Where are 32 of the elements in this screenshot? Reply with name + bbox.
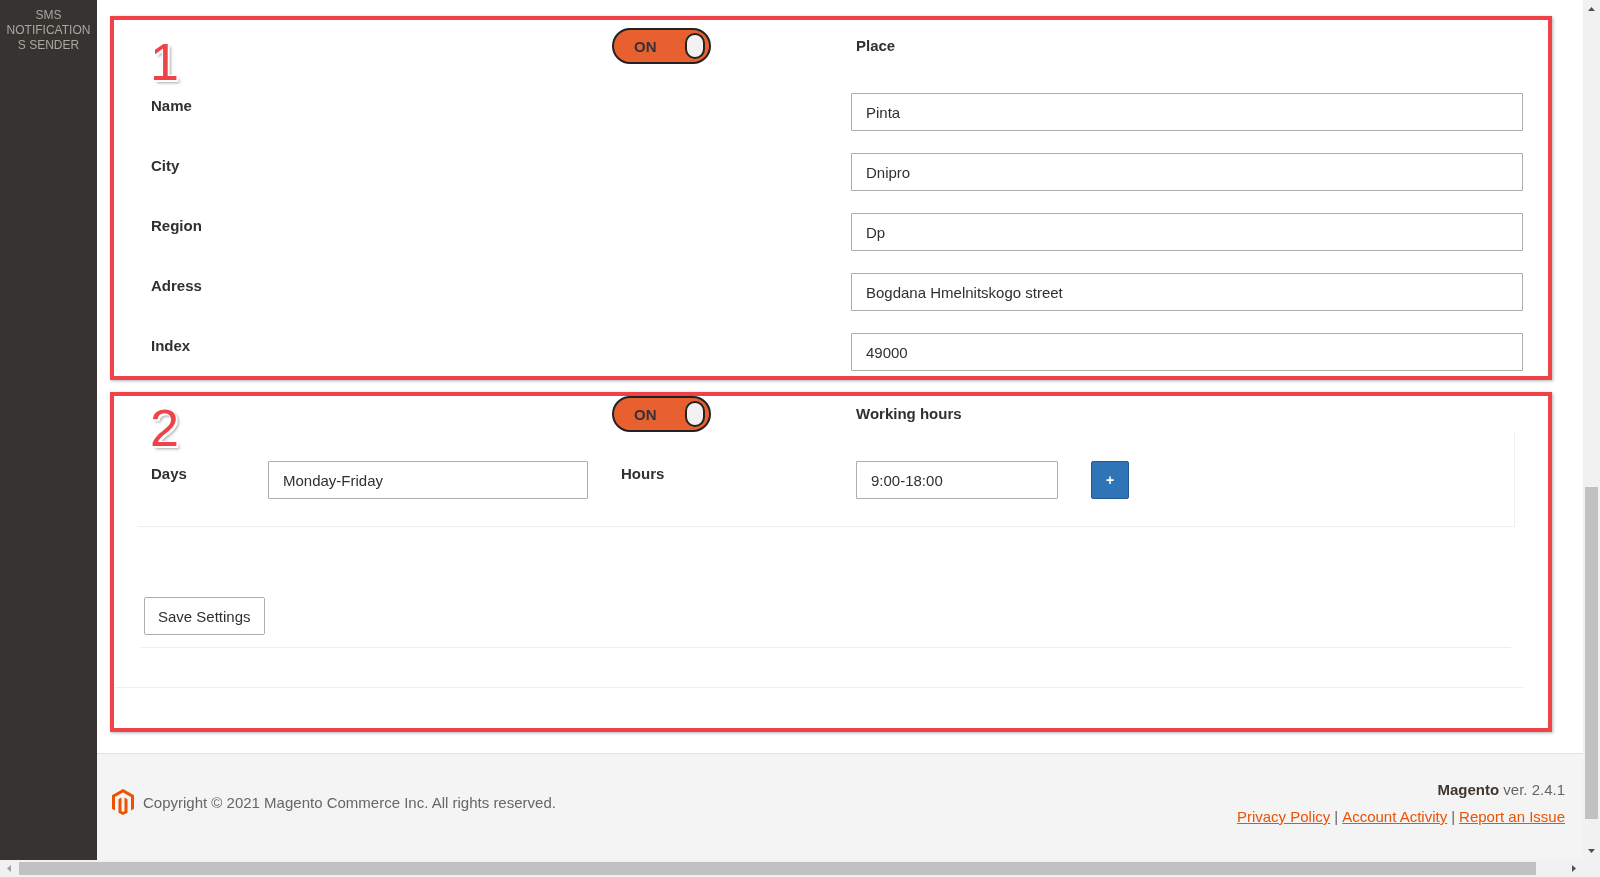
field-label: Region — [151, 216, 203, 234]
logo-icon — [112, 789, 134, 815]
input-field[interactable]: 49000 — [851, 333, 1523, 371]
input-field[interactable]: Bogdana Hmelnitskogo street — [851, 273, 1523, 311]
field-label: Days — [151, 464, 188, 482]
scrollbar-thumb[interactable] — [1585, 487, 1598, 819]
annotation-number: 2 — [150, 402, 179, 454]
toggle-switch[interactable]: ON — [612, 396, 711, 432]
version-text: Magento ver. 2.4.1 — [1437, 781, 1565, 798]
section-title: Place — [856, 37, 896, 54]
input-field[interactable]: Dnipro — [851, 153, 1523, 191]
field-label: Index — [151, 336, 192, 354]
input-field[interactable]: Pinta — [851, 93, 1523, 131]
field-label: Name — [151, 96, 193, 114]
link-separator: | — [1451, 808, 1456, 825]
scrollbar-thumb[interactable] — [19, 862, 1536, 875]
field-label: Hours — [621, 464, 666, 482]
link-separator: | — [1334, 808, 1339, 825]
save-settings-button[interactable]: Save Settings — [144, 597, 265, 635]
section-title: Working hours — [856, 405, 962, 422]
sidebar-item[interactable]: SMS NOTIFICATION S SENDER — [6, 8, 91, 53]
copyright-text: Copyright © 2021 Magento Commerce Inc. All rights reserved. — [143, 793, 556, 811]
annotation-number: 1 — [150, 36, 179, 88]
input-field[interactable]: 9:00-18:00 — [856, 461, 1058, 499]
toggle-switch[interactable]: ON — [612, 28, 711, 64]
add-button[interactable]: + — [1091, 461, 1129, 499]
field-label: City — [151, 156, 181, 174]
vertical-scrollbar[interactable] — [1583, 0, 1600, 860]
horizontal-scrollbar[interactable] — [0, 860, 1600, 877]
input-field[interactable]: Monday-Friday — [268, 461, 588, 499]
input-field[interactable]: Dp — [851, 213, 1523, 251]
field-label: Adress — [151, 276, 203, 294]
